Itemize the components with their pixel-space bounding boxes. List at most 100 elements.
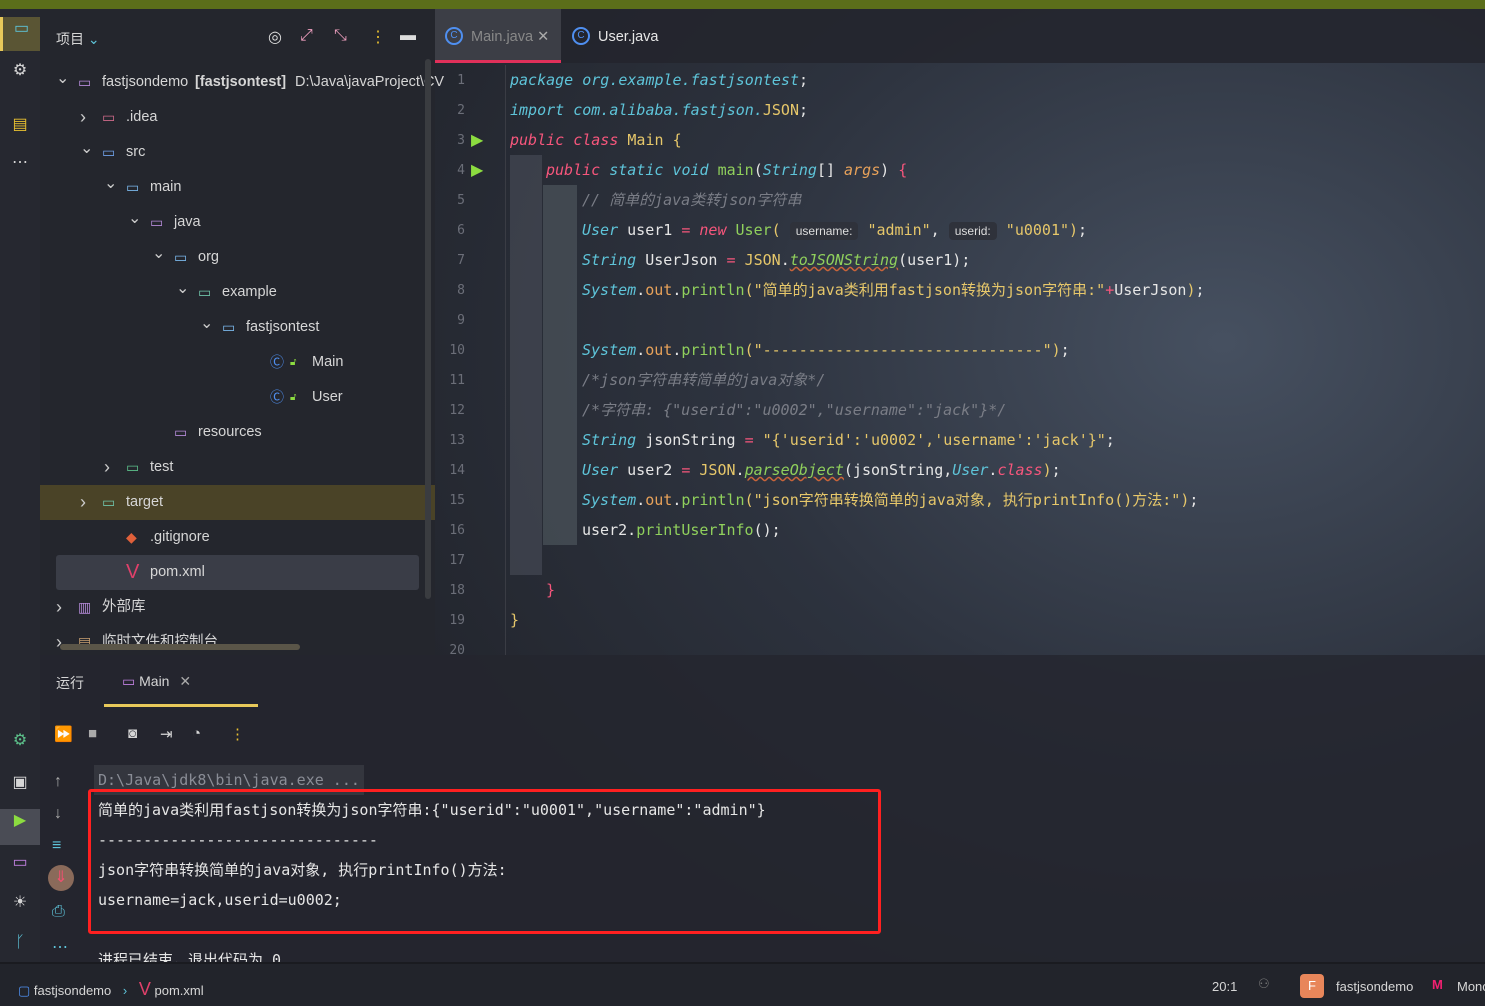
package-icon: ▭	[174, 249, 188, 265]
chevron-down-icon[interactable]: ⌄	[128, 201, 142, 236]
code-token: args	[844, 161, 881, 179]
tree-item[interactable]: ▭ resources	[40, 415, 435, 450]
chevron-right-icon[interactable]: ›	[80, 100, 94, 135]
tree-item[interactable]: › ▭ test	[40, 450, 435, 485]
class-icon: Ⓒ	[270, 354, 284, 370]
code-line: User user2 = JSON.parseObject(jsonString…	[582, 455, 1061, 485]
project-panel-title[interactable]: 项目 ⌄	[56, 29, 100, 49]
learn-icon[interactable]: ⚙	[8, 59, 32, 83]
terminal-icon[interactable]: ▭	[8, 851, 32, 875]
vcs-icon[interactable]: ⚇	[1258, 976, 1270, 992]
chevron-right-icon: ›	[122, 983, 128, 998]
run-gutter-icon[interactable]: ▶	[471, 160, 483, 180]
breadcrumb-file[interactable]: pom.xml	[154, 983, 203, 998]
chevron-down-icon[interactable]: ⌄	[56, 61, 70, 96]
code-token: }	[546, 581, 556, 599]
project-name[interactable]: fastjsondemo	[1336, 979, 1413, 994]
settings-icon[interactable]: ◔	[192, 725, 201, 742]
tree-item[interactable]: ⌄ ▭ src	[40, 135, 435, 170]
chevron-down-icon[interactable]: ⌄	[176, 271, 190, 306]
tree-item[interactable]: ⌄ ▭ main	[40, 170, 435, 205]
tree-item[interactable]: ⌄ ▭ example	[40, 275, 435, 310]
soft-wrap-icon[interactable]: ≡	[52, 837, 61, 855]
close-icon[interactable]: ✕	[179, 673, 191, 689]
tab-user-java[interactable]: C User.java	[562, 9, 658, 63]
more-icon[interactable]: ⋮	[230, 725, 245, 743]
class-icon: C	[572, 27, 590, 45]
code-token: out	[645, 341, 673, 359]
package-icon: ▭	[198, 284, 212, 300]
code-token: )	[880, 161, 899, 179]
rerun-icon[interactable]: ⏩	[54, 725, 73, 743]
options-icon[interactable]: ⋮	[370, 27, 386, 47]
tree-item[interactable]: ⌄ ▭ fastjsondemo [fastjsontest] D:\Java\java…	[40, 65, 444, 100]
breadcrumb-project[interactable]: fastjsondemo	[34, 983, 111, 998]
tree-item[interactable]: › ▭ target	[40, 485, 435, 520]
code-token: user1	[627, 221, 682, 239]
tree-item[interactable]: › ▥ 外部库	[40, 590, 435, 625]
more-icon[interactable]: ⋯	[52, 937, 68, 957]
tree-item[interactable]: › ▭ .idea	[40, 100, 435, 135]
tab-main-java[interactable]: C Main.java ✕	[435, 9, 561, 63]
code-token: package	[510, 71, 583, 89]
chevron-down-icon[interactable]: ⌄	[200, 306, 214, 341]
code-token: (	[744, 341, 754, 359]
plugin-label[interactable]: Mono	[1457, 979, 1485, 994]
panel-title-label: 项目	[56, 31, 84, 47]
lock-icon: 🔓︎	[290, 357, 297, 368]
line-number: 8	[457, 283, 465, 298]
problems-icon[interactable]: ☀	[8, 891, 32, 915]
module-icon: ▢	[18, 983, 31, 998]
tree-item[interactable]: Vpom.xml	[56, 555, 419, 590]
run-tool-icon[interactable]: ▶	[0, 809, 40, 845]
tree-item[interactable]: ⌄ ▭ java	[40, 205, 435, 240]
chevron-right-icon[interactable]: ›	[104, 450, 118, 485]
code-token: com.alibaba.fastjson.	[573, 101, 763, 119]
run-tab-main[interactable]: ▭ Main ✕	[104, 665, 258, 707]
code-token: String	[762, 161, 817, 179]
hide-icon[interactable]: ▬	[400, 27, 416, 45]
collapse-icon[interactable]: ⤡	[334, 27, 347, 45]
project-tool-icon[interactable]: ▭	[0, 17, 40, 51]
line-number: 16	[449, 523, 465, 538]
tree-scrollbar[interactable]	[425, 59, 431, 599]
code-token: System	[582, 341, 637, 359]
tree-item-label: .gitignore	[150, 529, 210, 545]
code-token: out	[645, 491, 673, 509]
run-gutter-icon[interactable]: ▶	[471, 130, 483, 150]
chevron-right-icon[interactable]: ›	[80, 485, 94, 520]
expand-icon[interactable]: ⤢	[300, 27, 313, 45]
tree-h-scrollbar[interactable]	[60, 644, 300, 650]
scroll-down-icon[interactable]: ↓	[54, 805, 62, 823]
tree-item[interactable]: Ⓒ 🔓︎ User	[40, 380, 435, 415]
tree-item[interactable]: ◆ .gitignore	[40, 520, 435, 555]
locate-icon[interactable]: ◎	[268, 27, 282, 47]
exit-icon[interactable]: ⇥	[160, 725, 173, 743]
scroll-end-icon[interactable]: ⇓	[48, 865, 74, 891]
structure-icon[interactable]: ▤	[8, 113, 32, 137]
cursor-position[interactable]: 20:1	[1212, 979, 1237, 994]
code-token: User	[582, 461, 628, 479]
code-token: jsonString	[645, 431, 745, 449]
screenshot-icon[interactable]: ◙	[128, 725, 137, 742]
chevron-down-icon[interactable]: ⌄	[104, 166, 118, 201]
tree-item-label: pom.xml	[150, 564, 205, 580]
code-token: String	[582, 251, 646, 269]
scroll-up-icon[interactable]: ↑	[54, 773, 62, 791]
test-folder-icon: ▭	[126, 459, 140, 475]
stop-icon[interactable]: ■	[88, 725, 97, 742]
chevron-down-icon[interactable]: ⌄	[80, 131, 94, 166]
git-icon[interactable]: ᚴ	[8, 931, 32, 955]
tree-item[interactable]: Ⓒ 🔓︎ Main	[40, 345, 435, 380]
tree-item[interactable]: ⌄ ▭ org	[40, 240, 435, 275]
build-icon[interactable]: ▣	[8, 771, 32, 795]
services-icon[interactable]: ⚙	[8, 729, 32, 753]
chevron-down-icon[interactable]: ⌄	[152, 236, 166, 271]
chevron-right-icon[interactable]: ›	[56, 590, 70, 625]
code-token: .	[672, 491, 682, 509]
tree-item-label: org	[198, 249, 219, 265]
tree-item[interactable]: ⌄ ▭ fastjsontest	[40, 310, 435, 345]
more-icon[interactable]: ⋯	[8, 151, 32, 175]
close-icon[interactable]: ✕	[537, 29, 549, 45]
print-icon[interactable]: ⎙	[52, 903, 65, 921]
